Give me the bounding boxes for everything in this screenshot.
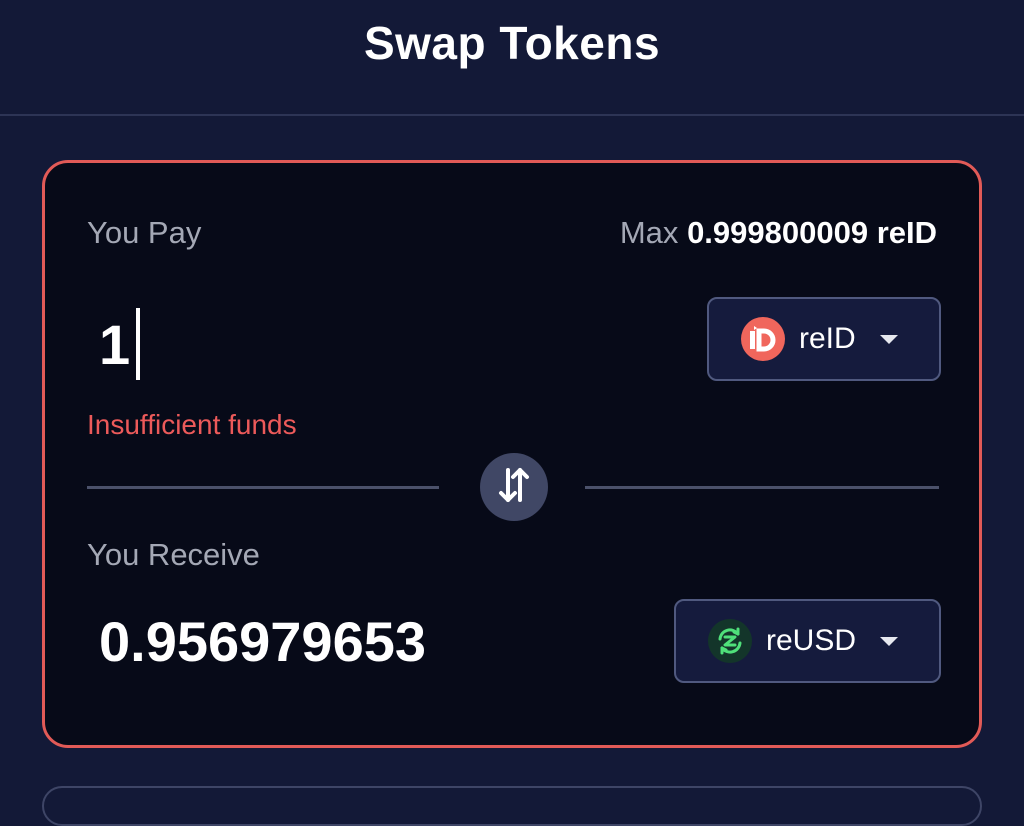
you-receive-label: You Receive [87, 537, 260, 572]
reid-logo-icon [741, 317, 785, 361]
divider-right [585, 486, 939, 489]
swap-card: You Pay Max 0.999800009 reID 1 reID Insu… [42, 160, 982, 748]
header: Swap Tokens [0, 0, 1024, 116]
pay-token-select[interactable]: reID [707, 297, 941, 381]
max-label: Max [619, 215, 679, 250]
swap-direction-button[interactable] [480, 453, 548, 521]
page-title: Swap Tokens [363, 17, 661, 69]
reusd-logo-icon [708, 619, 752, 663]
you-pay-label: You Pay [87, 215, 202, 250]
next-card-edge [42, 786, 982, 826]
swap-arrows-icon [497, 466, 531, 509]
receive-token-select[interactable]: reUSD [674, 599, 941, 683]
pay-amount-input[interactable]: 1 [99, 308, 141, 380]
chevron-down-icon [880, 636, 899, 646]
pay-token-name: reID [799, 322, 856, 355]
receive-token-name: reUSD [766, 624, 857, 657]
divider-left [87, 486, 439, 489]
max-value: 0.999800009 reID [687, 215, 937, 250]
insufficient-funds-error: Insufficient funds [87, 409, 297, 440]
max-balance[interactable]: Max 0.999800009 reID [620, 215, 937, 251]
text-cursor [136, 308, 141, 380]
pay-amount-value: 1 [99, 312, 131, 376]
chevron-down-icon [879, 334, 898, 344]
receive-amount-value: 0.956979653 [99, 610, 427, 673]
